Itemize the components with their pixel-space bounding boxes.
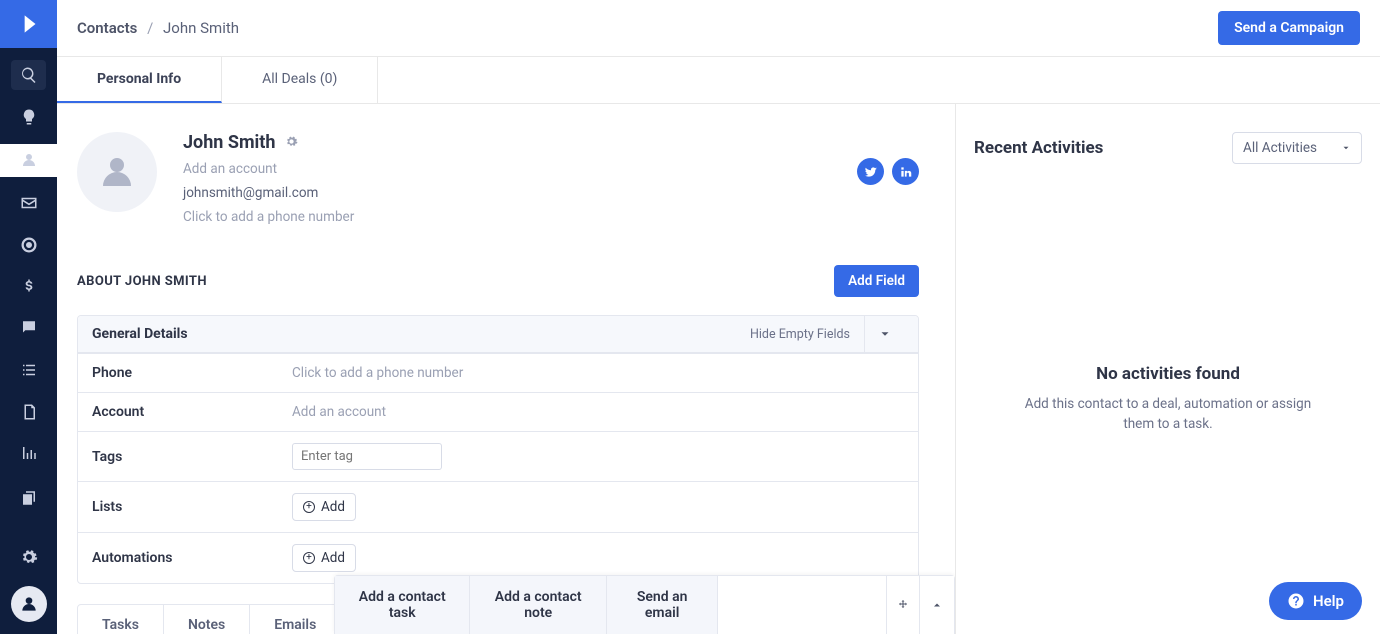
collapse-action-bar-button[interactable] [920,576,954,634]
recent-activities-title: Recent Activities [974,138,1103,158]
hide-empty-fields-link[interactable]: Hide Empty Fields [750,327,850,342]
recent-activities-pane: Recent Activities All Activities No acti… [956,104,1380,634]
field-label-phone: Phone [92,365,292,381]
sidebar-contacts[interactable] [0,144,57,177]
tab-notes[interactable]: Notes [164,605,250,634]
add-list-button[interactable]: +Add [292,493,356,521]
bulb-icon [20,108,38,126]
add-contact-note-button[interactable]: Add a contact note [470,576,606,634]
chevron-right-icon [16,11,42,37]
sidebar-list[interactable] [11,355,46,385]
breadcrumb-separator: / [147,19,153,37]
dollar-icon [20,278,38,296]
caret-down-icon [1341,143,1351,153]
sidebar-settings[interactable] [11,539,46,574]
sidebar-search[interactable] [11,60,46,90]
contact-details-pane: John Smith Add an account johnsmith@gmai… [57,104,956,634]
field-label-account: Account [92,404,292,420]
person-icon [96,151,138,193]
general-details-title: General Details [92,326,188,342]
send-campaign-button[interactable]: Send a Campaign [1218,11,1360,45]
breadcrumb: Contacts / John Smith [77,19,239,37]
activities-filter-select[interactable]: All Activities [1232,132,1362,164]
sidebar-deals[interactable] [11,272,46,302]
breadcrumb-root[interactable]: Contacts [77,19,137,37]
contact-name: John Smith [183,132,275,153]
contact-avatar[interactable] [77,132,157,212]
tags-input[interactable] [292,443,442,470]
contacts-icon [20,151,38,169]
tab-emails[interactable]: Emails [250,605,341,634]
action-spacer [718,576,886,634]
field-value-phone[interactable]: Click to add a phone number [292,365,463,381]
send-email-button[interactable]: Send an email [607,576,718,634]
target-icon [20,236,38,254]
tab-all-deals[interactable]: All Deals (0) [222,57,378,103]
plus-icon: + [303,552,315,564]
no-activities-subtitle: Add this contact to a deal, automation o… [1013,394,1323,435]
field-label-lists: Lists [92,499,292,515]
list-icon [20,361,38,379]
copy-icon [20,489,38,507]
chat-icon [20,319,38,337]
twitter-button[interactable] [857,158,884,185]
sidebar-apps[interactable] [11,480,46,515]
gear-icon [285,135,298,148]
gear-icon [20,548,38,566]
field-value-account[interactable]: Add an account [292,404,386,420]
linkedin-icon [899,165,913,179]
about-heading: ABOUT JOHN SMITH [77,274,207,289]
sidebar-mail[interactable] [11,189,46,219]
add-automation-button[interactable]: +Add [292,544,356,572]
breadcrumb-current: John Smith [163,19,239,37]
no-activities-title: No activities found [974,364,1362,384]
field-label-automations: Automations [92,550,292,566]
chevron-down-icon [878,327,892,341]
collapse-toggle[interactable] [864,316,904,352]
sidebar-idea[interactable] [11,102,46,132]
app-logo[interactable] [0,0,57,48]
linkedin-button[interactable] [892,158,919,185]
sidebar [0,0,57,634]
sidebar-chat[interactable] [11,313,46,343]
help-button[interactable]: Help [1269,582,1362,620]
main-tabs: Personal Info All Deals (0) [57,57,1380,104]
mail-icon [20,194,38,212]
person-icon [19,594,39,614]
help-icon [1287,592,1305,610]
sidebar-reports[interactable] [11,438,46,468]
add-field-button[interactable]: Add Field [834,265,919,297]
sidebar-user-avatar[interactable] [11,586,47,622]
add-contact-task-button[interactable]: Add a contact task [335,576,470,634]
plus-icon: + [303,501,315,513]
twitter-icon [864,165,878,179]
search-icon [20,66,38,84]
caret-up-icon [931,599,943,611]
general-details-card: General Details Hide Empty Fields Phone … [77,315,919,584]
contact-email[interactable]: johnsmith@gmail.com [183,185,354,201]
topbar: Contacts / John Smith Send a Campaign [57,0,1380,57]
contact-add-phone-link[interactable]: Click to add a phone number [183,209,354,225]
contact-add-account-link[interactable]: Add an account [183,161,354,177]
move-icon [897,599,909,611]
move-action-bar-button[interactable] [887,576,921,634]
chart-icon [20,444,38,462]
quick-action-bar: Add a contact task Add a contact note Se… [334,575,955,634]
tab-tasks[interactable]: Tasks [78,605,164,634]
contact-settings-button[interactable] [285,133,298,152]
tab-personal-info[interactable]: Personal Info [57,57,222,103]
field-label-tags: Tags [92,449,292,465]
page-icon [20,403,38,421]
sidebar-pages[interactable] [11,397,46,427]
sidebar-target[interactable] [11,230,46,260]
